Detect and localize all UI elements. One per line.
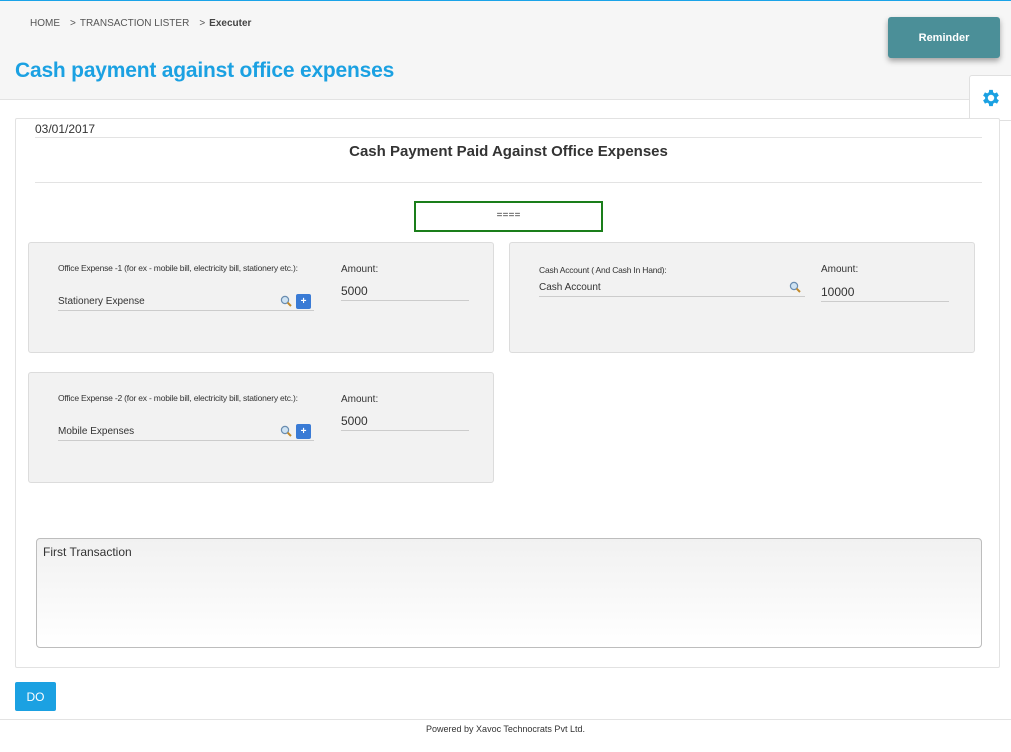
cash-account-input[interactable]: Cash Account xyxy=(539,279,805,297)
add-expense-1-button[interactable]: + xyxy=(296,294,311,309)
expense-2-amount-input[interactable]: 5000 xyxy=(341,412,469,431)
form-date: 03/01/2017 xyxy=(35,122,96,136)
breadcrumb: HOME > TRANSACTION LISTER > Executer xyxy=(30,18,251,29)
office-expense-2-label: Office Expense -2 (for ex - mobile bill,… xyxy=(58,393,298,403)
settings-tab[interactable] xyxy=(969,75,1011,121)
amount-label: Amount: xyxy=(341,264,379,275)
footer: Powered by Xavoc Technocrats Pvt Ltd. xyxy=(0,719,1011,752)
office-expense-1-label: Office Expense -1 (for ex - mobile bill,… xyxy=(58,263,298,273)
office-expense-2-input[interactable]: Mobile Expenses + xyxy=(58,423,314,441)
amount-label: Amount: xyxy=(821,264,859,275)
cash-account-label: Cash Account ( And Cash In Hand): xyxy=(539,265,667,275)
office-expense-1-value: Stationery Expense xyxy=(58,296,145,307)
reminder-button[interactable]: Reminder xyxy=(888,17,1000,58)
office-expense-2-box: Office Expense -2 (for ex - mobile bill,… xyxy=(28,372,494,483)
breadcrumb-transaction-lister[interactable]: TRANSACTION LISTER xyxy=(80,18,189,29)
office-expense-1-input[interactable]: Stationery Expense + xyxy=(58,293,314,311)
breadcrumb-separator: > xyxy=(70,18,76,29)
search-icon[interactable] xyxy=(789,281,801,293)
divider xyxy=(35,137,982,138)
breadcrumb-current: Executer xyxy=(209,18,252,29)
page-header: HOME > TRANSACTION LISTER > Executer Cas… xyxy=(0,1,1011,100)
breadcrumb-separator: > xyxy=(199,18,206,29)
breadcrumb-home[interactable]: HOME xyxy=(30,18,60,29)
divider xyxy=(35,182,982,183)
expense-1-amount-input[interactable]: 5000 xyxy=(341,282,469,301)
gear-icon xyxy=(982,89,999,107)
document-number-field[interactable]: ==== xyxy=(414,201,603,232)
form-title: Cash Payment Paid Against Office Expense… xyxy=(349,143,668,160)
page-title: Cash payment against office expenses xyxy=(15,59,395,82)
form-panel: 03/01/2017 Cash Payment Paid Against Off… xyxy=(15,118,1000,668)
do-button[interactable]: DO xyxy=(15,682,56,711)
amount-label: Amount: xyxy=(341,394,379,405)
search-icon[interactable] xyxy=(280,295,292,307)
cash-account-amount-input[interactable]: 10000 xyxy=(821,283,949,302)
cash-account-value: Cash Account xyxy=(539,282,601,293)
office-expense-1-box: Office Expense -1 (for ex - mobile bill,… xyxy=(28,242,494,353)
office-expense-2-value: Mobile Expenses xyxy=(58,426,135,437)
search-icon[interactable] xyxy=(280,425,292,437)
add-expense-2-button[interactable]: + xyxy=(296,424,311,439)
cash-account-box: Cash Account ( And Cash In Hand): Cash A… xyxy=(509,242,975,353)
footer-credit: Powered by Xavoc Technocrats Pvt Ltd. xyxy=(426,724,585,734)
narration-textarea[interactable]: First Transaction xyxy=(36,538,982,648)
